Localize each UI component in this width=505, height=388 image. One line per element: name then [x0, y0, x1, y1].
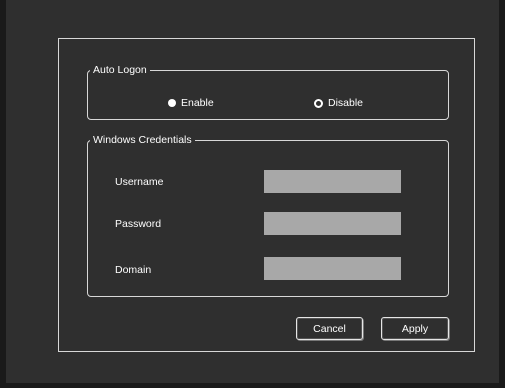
auto-logon-group: Auto Logon Enable Disable: [87, 64, 449, 120]
windows-credentials-group: Windows Credentials Username Password Do…: [87, 134, 449, 297]
enable-radio[interactable]: Enable: [168, 97, 214, 109]
password-label: Password: [115, 218, 162, 230]
username-label: Username: [115, 176, 164, 188]
radio-ring-icon: [314, 98, 323, 108]
domain-label: Domain: [115, 264, 152, 276]
username-input[interactable]: [264, 170, 401, 193]
enable-radio-label: Enable: [181, 97, 214, 109]
password-input[interactable]: [264, 212, 401, 235]
disable-radio-label: Disable: [328, 97, 364, 109]
radio-filled-icon: [168, 99, 176, 107]
app-screen: Auto Logon Enable Disable Windows Creden…: [6, 0, 499, 383]
cancel-button[interactable]: Cancel: [296, 317, 363, 340]
auto-logon-legend: Auto Logon: [93, 64, 147, 76]
windows-credentials-legend: Windows Credentials: [93, 134, 192, 146]
disable-radio[interactable]: Disable: [314, 97, 363, 109]
auto-logon-dialog: Auto Logon Enable Disable Windows Creden…: [58, 38, 475, 352]
domain-input[interactable]: [264, 257, 401, 280]
apply-button[interactable]: Apply: [381, 317, 449, 340]
